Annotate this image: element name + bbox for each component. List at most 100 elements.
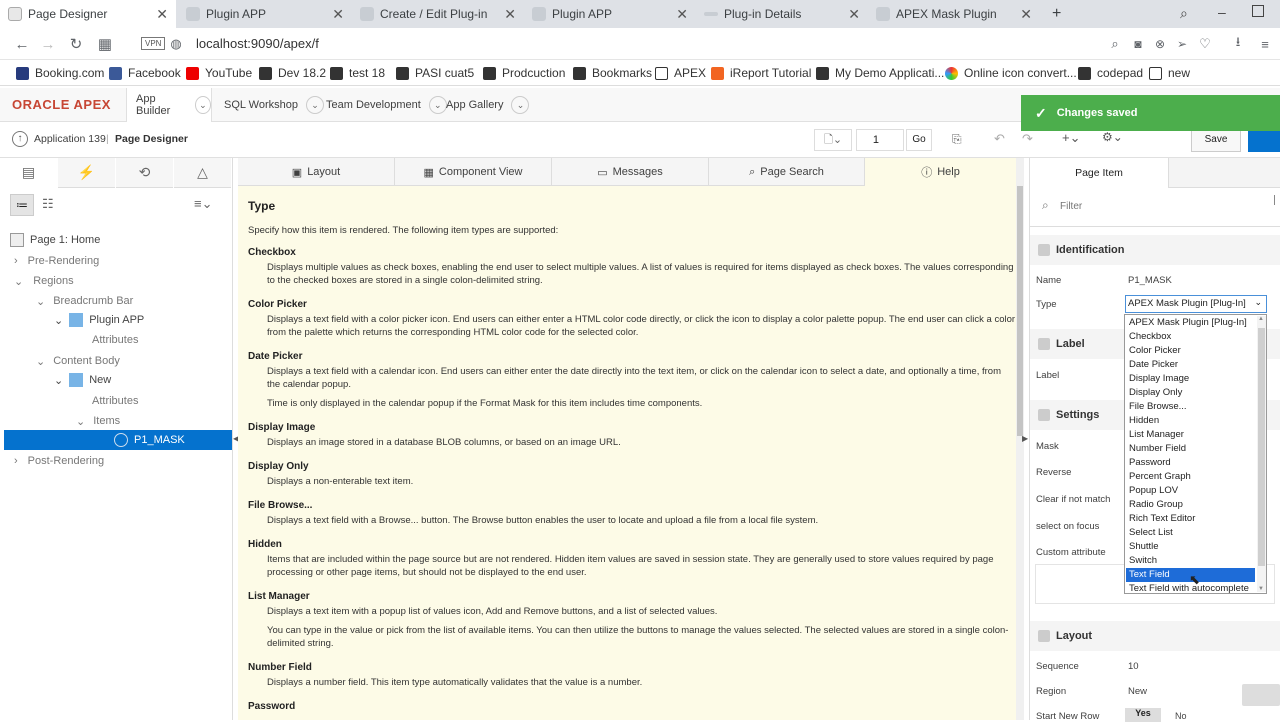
create-menu-icon[interactable]: +⌄ bbox=[1062, 130, 1080, 146]
type-option[interactable]: Radio Group bbox=[1126, 498, 1255, 512]
tree-view-icon[interactable]: ≔ bbox=[10, 194, 34, 216]
undo-icon[interactable]: ↶ bbox=[994, 131, 1005, 147]
close-icon[interactable]: ✕ bbox=[1020, 6, 1032, 23]
chevron-right-icon[interactable]: › bbox=[14, 255, 18, 267]
tree-item-post-rendering[interactable]: › Post-Rendering bbox=[14, 451, 104, 471]
chevron-down-icon[interactable]: ⌄ bbox=[511, 96, 530, 114]
tab-page-search[interactable]: ⌕ Page Search bbox=[709, 158, 865, 186]
collapse-icon[interactable] bbox=[1038, 630, 1050, 642]
search-icon[interactable]: ⌕ bbox=[1180, 5, 1188, 22]
tab-apex-mask-plugin[interactable]: APEX Mask Plugin ✕ bbox=[868, 0, 1040, 28]
tree-item-regions[interactable]: ⌄ Regions bbox=[14, 271, 74, 291]
chevron-down-icon[interactable]: ⌄ bbox=[36, 295, 45, 308]
bookmark-codepad[interactable]: codepad bbox=[1078, 60, 1143, 86]
type-option[interactable]: Number Field bbox=[1126, 442, 1255, 456]
section-layout[interactable]: Layout bbox=[1030, 621, 1280, 651]
collapse-icon[interactable] bbox=[1038, 338, 1050, 350]
tree-item-p1-mask[interactable]: P1_MASK bbox=[4, 430, 232, 450]
type-dropdown-list[interactable]: ▲ ▼ APEX Mask Plugin [Plug-In] Checkbox Co… bbox=[1124, 314, 1267, 594]
type-option[interactable]: Percent Graph bbox=[1126, 470, 1255, 484]
bookmark-pasi[interactable]: PASI cuat5 bbox=[396, 60, 474, 86]
tree-item-page[interactable]: Page 1: Home bbox=[10, 230, 100, 250]
bookmark-ireport[interactable]: iReport Tutorial bbox=[711, 60, 811, 86]
tab-plugin-app-2[interactable]: Plugin APP ✕ bbox=[524, 0, 696, 28]
new-tab-button[interactable]: + bbox=[1044, 0, 1068, 28]
chevron-down-icon[interactable]: ⌄ bbox=[36, 355, 45, 368]
page-number-field[interactable]: 1 bbox=[856, 129, 904, 151]
breadcrumb-application[interactable]: Application 139 bbox=[34, 133, 106, 145]
type-option[interactable]: Switch bbox=[1126, 554, 1255, 568]
nav-app-builder[interactable]: App Builder ⌄ bbox=[126, 88, 212, 122]
scroll-down-icon[interactable]: ▼ bbox=[1258, 586, 1264, 592]
search-icon[interactable]: ⌕ bbox=[1105, 34, 1125, 54]
scroll-handle[interactable] bbox=[1274, 195, 1280, 205]
menu-icon[interactable]: ≡ bbox=[1255, 34, 1275, 54]
tab-component-view[interactable]: ▦ Component View bbox=[395, 158, 552, 186]
tree-menu-icon[interactable]: ≡⌄ bbox=[194, 196, 212, 212]
rendering-tab-icon[interactable]: ▤ bbox=[0, 158, 57, 188]
close-icon[interactable]: ✕ bbox=[848, 6, 860, 23]
oracle-apex-logo[interactable]: ORACLE APEX bbox=[12, 97, 111, 112]
scroll-up-icon[interactable]: ▲ bbox=[1258, 316, 1264, 322]
type-option[interactable]: Display Image bbox=[1126, 372, 1255, 386]
bookmark-test18[interactable]: test 18 bbox=[330, 60, 385, 86]
region-value[interactable]: New bbox=[1128, 686, 1147, 697]
tab-plugin-details[interactable]: Plug-in Details ✕ bbox=[696, 0, 868, 28]
reload-icon[interactable]: ↻ bbox=[66, 34, 86, 54]
chevron-down-icon[interactable]: ⌄ bbox=[194, 96, 211, 114]
maximize-icon[interactable] bbox=[1252, 5, 1264, 17]
block-icon[interactable]: ⊗ bbox=[1150, 34, 1170, 54]
heart-icon[interactable]: ♡ bbox=[1195, 34, 1215, 54]
chevron-down-icon[interactable]: ⌄ bbox=[76, 415, 85, 428]
nav-team-development[interactable]: Team Development ⌄ bbox=[326, 88, 447, 122]
back-icon[interactable]: ← bbox=[12, 34, 32, 54]
chevron-down-icon[interactable]: ⌄ bbox=[428, 96, 447, 114]
chevron-down-icon[interactable]: ⌄ bbox=[14, 275, 23, 288]
chevron-right-icon[interactable]: › bbox=[14, 455, 18, 467]
tab-create-edit-plugin[interactable]: Create / Edit Plug-in ✕ bbox=[352, 0, 524, 28]
bookmark-new[interactable]: new bbox=[1149, 60, 1190, 86]
tab-layout[interactable]: ▣ Layout bbox=[238, 158, 395, 186]
nav-app-gallery[interactable]: App Gallery ⌄ bbox=[446, 88, 530, 122]
type-option[interactable]: Checkbox bbox=[1126, 330, 1255, 344]
url-field[interactable]: localhost:9090/apex/f bbox=[196, 36, 319, 51]
type-option[interactable]: File Browse... bbox=[1126, 400, 1255, 414]
type-option[interactable]: List Manager bbox=[1126, 428, 1255, 442]
bookmark-prodcuction[interactable]: Prodcuction bbox=[483, 60, 565, 86]
processing-tab-icon[interactable]: ⟲ bbox=[116, 158, 173, 188]
up-arrow-icon[interactable]: ↑ bbox=[12, 131, 28, 147]
bookmark-icon-convert[interactable]: Online icon convert... bbox=[945, 60, 1077, 86]
redo-icon[interactable]: ↷ bbox=[1022, 131, 1033, 147]
send-icon[interactable]: ➢ bbox=[1172, 34, 1192, 54]
forward-icon[interactable]: → bbox=[38, 34, 58, 54]
apps-grid-icon[interactable]: ▦ bbox=[95, 34, 115, 54]
type-option[interactable]: Select List bbox=[1126, 526, 1255, 540]
scrollbar-thumb[interactable] bbox=[1017, 186, 1023, 436]
chevron-down-icon[interactable]: ⌄ bbox=[54, 314, 63, 327]
collapse-icon[interactable] bbox=[1038, 409, 1050, 421]
download-icon[interactable]: ⭳ bbox=[1228, 34, 1248, 54]
filter-input[interactable] bbox=[1060, 196, 1275, 216]
close-icon[interactable]: ✕ bbox=[156, 6, 168, 23]
tab-help[interactable]: ⓘ Help bbox=[865, 158, 1016, 186]
tree-item-attributes[interactable]: Attributes bbox=[92, 330, 138, 350]
utilities-icon[interactable]: ⚙⌄ bbox=[1102, 130, 1123, 144]
go-button[interactable]: Go bbox=[906, 129, 932, 151]
chevron-down-icon[interactable]: ⌄ bbox=[305, 96, 324, 114]
camera-icon[interactable]: ◙ bbox=[1128, 34, 1148, 54]
collapse-icon[interactable] bbox=[1038, 244, 1050, 256]
bookmark-my-demo[interactable]: My Demo Applicati... bbox=[816, 60, 944, 86]
chevron-down-icon[interactable]: ⌄ bbox=[54, 374, 63, 387]
close-icon[interactable]: ✕ bbox=[332, 6, 344, 23]
tree-item-pre-rendering[interactable]: › Pre-Rendering bbox=[14, 251, 99, 271]
tree-item-items[interactable]: ⌄ Items bbox=[76, 411, 120, 431]
collapse-right-icon[interactable]: ▶ bbox=[1022, 434, 1028, 443]
bookmark-booking[interactable]: Booking.com bbox=[16, 60, 104, 86]
bookmark-apex[interactable]: APEX bbox=[655, 60, 706, 86]
bookmark-bookmarks[interactable]: Bookmarks bbox=[573, 60, 652, 86]
tab-page-item[interactable]: Page Item bbox=[1030, 158, 1169, 188]
section-identification[interactable]: Identification bbox=[1030, 235, 1280, 265]
tree-item-attributes[interactable]: Attributes bbox=[92, 391, 138, 411]
type-option[interactable]: Password bbox=[1126, 456, 1255, 470]
type-option[interactable]: Popup LOV bbox=[1126, 484, 1255, 498]
